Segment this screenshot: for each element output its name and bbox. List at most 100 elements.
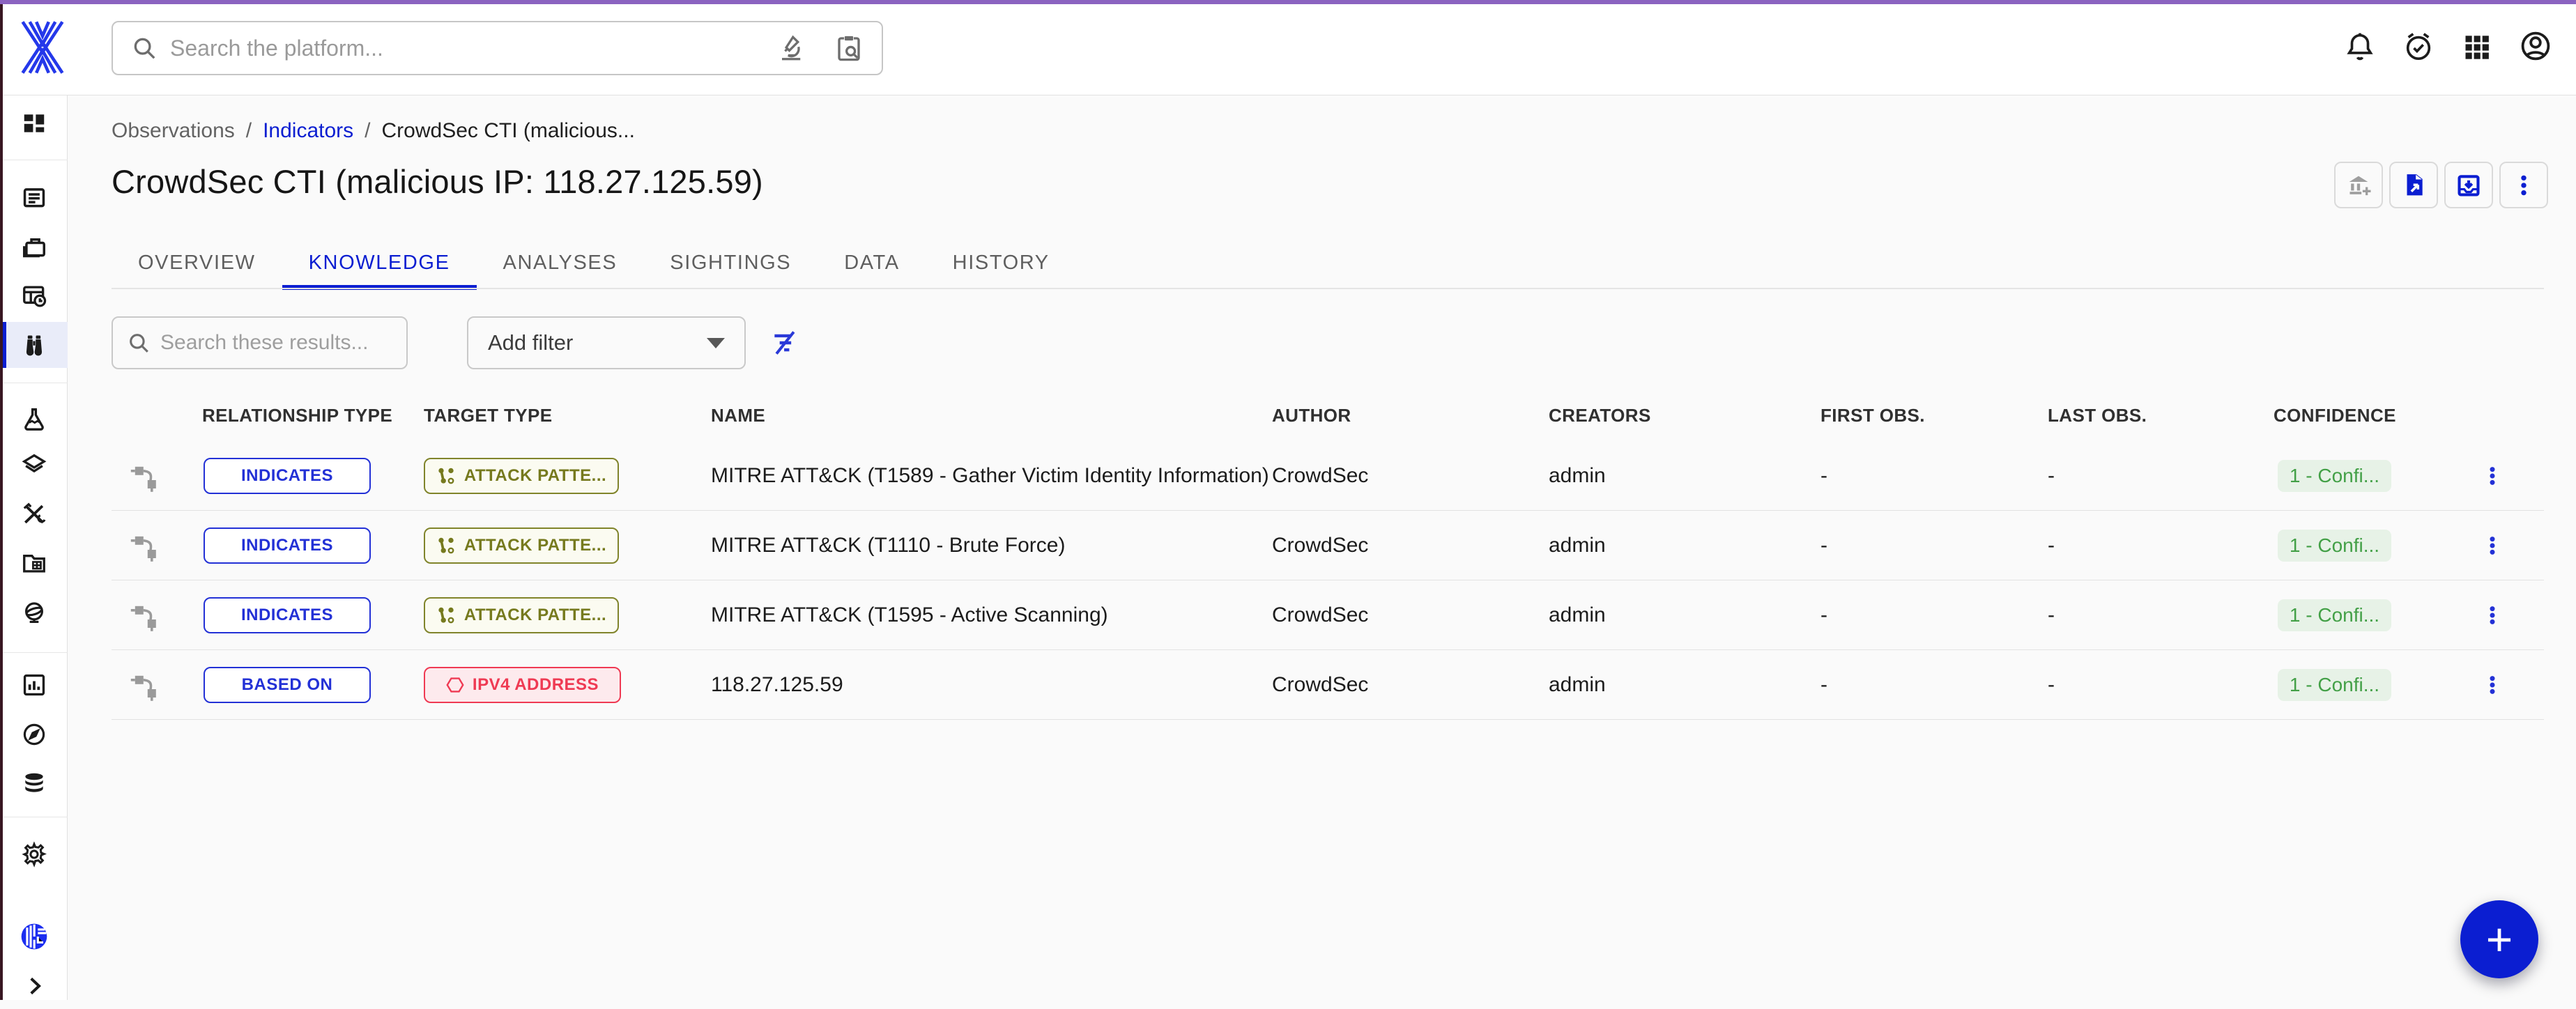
plus-icon: + xyxy=(2486,913,2513,966)
row-last-obs: - xyxy=(2048,580,2055,650)
relationship-curve-icon xyxy=(128,650,161,720)
globe-model-icon xyxy=(21,599,47,626)
sidebar-item-expand[interactable] xyxy=(0,963,68,1009)
tab-analyses[interactable]: ANALYSES xyxy=(477,237,644,288)
row-creators: admin xyxy=(1549,511,1606,580)
tab-data[interactable]: DATA xyxy=(818,237,926,288)
row-more-button[interactable] xyxy=(2471,580,2513,650)
relationship-type-chip: INDICATES xyxy=(204,597,371,633)
row-name: MITRE ATT&CK (T1589 - Gather Victim Iden… xyxy=(711,441,1269,511)
microscope-icon[interactable] xyxy=(777,33,806,63)
layers-icon xyxy=(21,452,47,478)
timetable-icon xyxy=(21,282,47,309)
relationship-curve-icon xyxy=(128,511,161,580)
tabs-divider xyxy=(112,288,2544,289)
target-type-chip: ATTACK PATTE... xyxy=(424,458,619,494)
row-first-obs: - xyxy=(1820,580,1827,650)
breadcrumb-indicators-link[interactable]: Indicators xyxy=(263,119,353,143)
tab-overview[interactable]: OVERVIEW xyxy=(112,237,282,288)
relationship-type-chip: INDICATES xyxy=(204,527,371,564)
sidebar-item-events[interactable] xyxy=(0,272,68,318)
sidebar-item-settings[interactable] xyxy=(0,831,68,877)
flask-icon xyxy=(21,406,47,432)
tab-knowledge[interactable]: KNOWLEDGE xyxy=(282,237,477,288)
notifications-bell-icon[interactable] xyxy=(2343,29,2377,63)
chart-box-icon xyxy=(21,672,47,698)
search-icon xyxy=(131,35,158,61)
download-button[interactable] xyxy=(2444,162,2493,208)
confidence-chip: 1 - Confi... xyxy=(2278,460,2391,492)
clipboard-search-icon[interactable] xyxy=(834,33,864,63)
opencti-logo[interactable] xyxy=(17,21,68,74)
dashboard-icon xyxy=(21,110,47,137)
add-filter-label: Add filter xyxy=(488,330,573,355)
add-filter-select[interactable]: Add filter xyxy=(467,316,746,369)
row-author: CrowdSec xyxy=(1272,511,1368,580)
sidebar-item-investigations[interactable] xyxy=(0,711,68,757)
platform-search-placeholder: Search the platform... xyxy=(170,36,777,61)
more-button[interactable] xyxy=(2499,162,2548,208)
entity-actions xyxy=(2334,162,2548,208)
relationship-curve-icon xyxy=(128,580,161,650)
relationship-curve-icon xyxy=(128,441,161,511)
col-relationship-type[interactable]: RELATIONSHIP TYPE xyxy=(202,405,392,426)
top-accent-strip xyxy=(0,0,2576,4)
table-row[interactable]: INDICATES ATTACK PATTE... MITRE ATT&CK (… xyxy=(68,580,2576,650)
sidebar-item-entities[interactable] xyxy=(0,540,68,586)
apps-grid-icon[interactable] xyxy=(2460,29,2494,63)
breadcrumb-separator: / xyxy=(365,119,370,143)
alarm-check-icon[interactable] xyxy=(2402,29,2435,63)
sidebar-item-xtm-hub[interactable] xyxy=(0,914,68,960)
sidebar-item-threats[interactable] xyxy=(0,396,68,442)
row-author: CrowdSec xyxy=(1272,441,1368,511)
col-last-obs[interactable]: LAST OBS. xyxy=(2048,405,2147,426)
platform-search[interactable]: Search the platform... xyxy=(112,21,883,75)
attack-pattern-icon xyxy=(436,536,456,555)
col-confidence[interactable]: CONFIDENCE xyxy=(2274,405,2396,426)
create-relationship-fab[interactable]: + xyxy=(2460,900,2538,978)
results-search-input[interactable]: Search these results... xyxy=(112,316,408,369)
report-icon xyxy=(21,184,47,210)
table-row[interactable]: INDICATES ATTACK PATTE... MITRE ATT&CK (… xyxy=(68,511,2576,580)
attack-pattern-icon xyxy=(436,606,456,625)
col-target-type[interactable]: TARGET TYPE xyxy=(424,405,552,426)
row-more-button[interactable] xyxy=(2471,650,2513,720)
table-row[interactable]: BASED ON IPV4 ADDRESS 118.27.125.59 Crow… xyxy=(68,650,2576,720)
results-search-placeholder: Search these results... xyxy=(160,331,368,355)
sidebar-item-home[interactable] xyxy=(0,100,68,146)
row-more-button[interactable] xyxy=(2471,511,2513,580)
export-button[interactable] xyxy=(2389,162,2438,208)
row-author: CrowdSec xyxy=(1272,580,1368,650)
kebab-icon xyxy=(2512,174,2536,197)
relationship-type-chip: BASED ON xyxy=(204,667,371,703)
entity-tabs: OVERVIEW KNOWLEDGE ANALYSES SIGHTINGS DA… xyxy=(112,237,1076,288)
row-name: MITRE ATT&CK (T1595 - Active Scanning) xyxy=(711,580,1108,650)
sidebar-item-dashboards[interactable] xyxy=(0,662,68,708)
tab-sightings[interactable]: SIGHTINGS xyxy=(643,237,818,288)
sidebar-item-locations[interactable] xyxy=(0,590,68,636)
tab-history[interactable]: HISTORY xyxy=(926,237,1076,288)
sidebar-item-arsenal[interactable] xyxy=(0,442,68,488)
table-row[interactable]: INDICATES ATTACK PATTE... MITRE ATT&CK (… xyxy=(68,441,2576,511)
file-export-icon xyxy=(2400,172,2427,199)
col-first-obs[interactable]: FIRST OBS. xyxy=(1820,405,1925,426)
account-icon[interactable] xyxy=(2519,29,2552,63)
sidebar-item-cases[interactable] xyxy=(0,224,68,270)
sidebar-item-techniques[interactable] xyxy=(0,491,68,537)
breadcrumb-observations[interactable]: Observations xyxy=(112,119,235,143)
col-creators[interactable]: CREATORS xyxy=(1549,405,1651,426)
archive-download-icon xyxy=(2455,172,2482,199)
relationship-type-chip: INDICATES xyxy=(204,458,371,494)
col-author[interactable]: AUTHOR xyxy=(1272,405,1351,426)
briefcase-icon xyxy=(21,233,47,260)
row-more-button[interactable] xyxy=(2471,441,2513,511)
confidence-chip: 1 - Confi... xyxy=(2278,530,2391,562)
window-edge-strip xyxy=(0,0,3,1000)
clear-filters-icon[interactable] xyxy=(769,328,800,358)
enrichment-button[interactable] xyxy=(2334,162,2383,208)
sidebar-item-analyses[interactable] xyxy=(0,174,68,220)
sidebar-item-observations[interactable] xyxy=(0,322,68,368)
col-name[interactable]: NAME xyxy=(711,405,765,426)
row-last-obs: - xyxy=(2048,650,2055,720)
sidebar-item-data[interactable] xyxy=(0,760,68,806)
